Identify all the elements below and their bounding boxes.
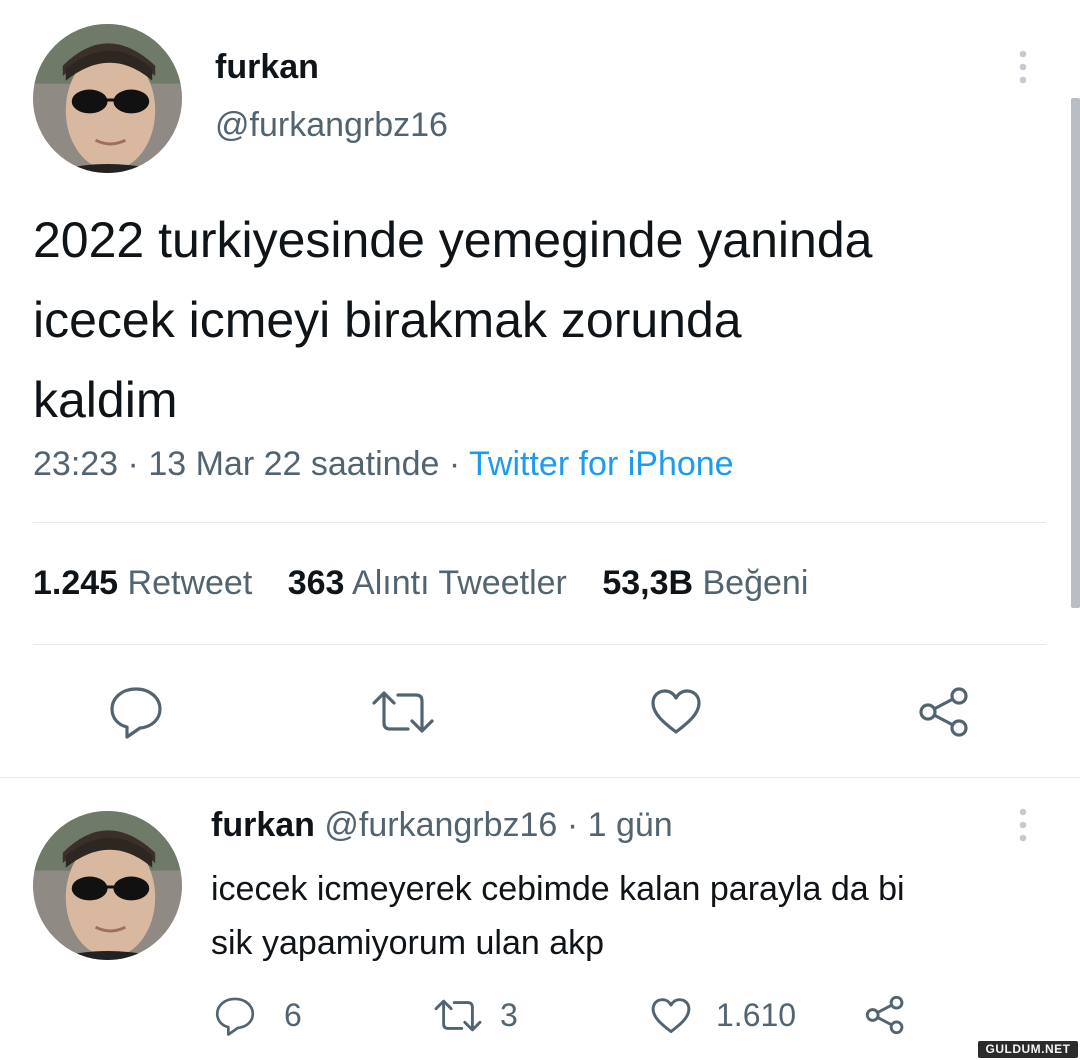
watermark: GULDUM.NET [978,1041,1078,1058]
author-name[interactable]: furkan [215,48,319,87]
reply-avatar[interactable] [33,811,182,960]
share-icon[interactable] [864,995,906,1035]
quotes-count: 363 [287,564,345,602]
quotes-stat[interactable]: 363 Alıntı Tweetler [288,564,577,602]
tweet-text-line: icecek icmeyi birakmak zorunda [33,292,742,348]
tweet-date[interactable]: 13 Mar 22 saatinde [148,445,439,483]
tweet-stats: 1.245 Retweet 363 Alıntı Tweetler 53,3B … [33,564,808,603]
like-icon[interactable] [649,688,703,736]
retweet-icon[interactable] [370,689,436,735]
reply-text-line: sik yapamiyorum ulan akp [211,924,605,962]
separator: · [127,445,139,483]
reply-text: icecek icmeyerek cebimde kalan parayla d… [211,862,905,970]
more-icon[interactable] [1016,808,1030,842]
likes-count: 53,3B [602,564,694,602]
scrollbar[interactable] [1071,98,1080,608]
like-count: 1.610 [716,997,797,1033]
likes-stat[interactable]: 53,3B Beğeni [602,564,808,602]
retweet-icon[interactable] [433,998,483,1033]
tweet-text-line: kaldim [33,372,178,428]
author-avatar[interactable] [33,24,182,173]
more-icon[interactable] [1016,50,1030,84]
retweets-stat[interactable]: 1.245 Retweet [33,564,262,602]
tweet-time[interactable]: 23:23 [33,445,118,483]
tweet-meta: 23:23 · 13 Mar 22 saatinde · Twitter for… [33,445,734,484]
separator: · [448,445,461,483]
quotes-label: Alıntı Tweetler [352,564,567,602]
reply-count: 6 [284,997,302,1033]
tweet-text: 2022 turkiyesinde yemeginde yaninda icec… [33,200,872,440]
reply-author-handle[interactable]: @furkangrbz16 [324,806,557,844]
retweets-count: 1.245 [33,564,119,602]
separator: · [566,806,579,844]
reply-icon[interactable] [108,685,164,739]
like-icon[interactable] [650,997,692,1035]
share-icon[interactable] [917,686,971,738]
tweet-text-line: 2022 turkiyesinde yemeginde yaninda [33,212,873,268]
reply-author-name[interactable]: furkan [211,806,315,844]
reply-time-ago[interactable]: 1 gün [588,806,673,844]
tweet-source[interactable]: Twitter for iPhone [469,445,734,483]
divider [33,522,1046,523]
watermark-text: GULDUM.NET [985,1042,1071,1056]
reply-text-line: icecek icmeyerek cebimde kalan parayla d… [211,870,905,908]
retweets-label: Retweet [127,564,253,602]
reply-icon[interactable] [214,996,256,1036]
reply-header: furkan @furkangrbz16 · 1 gün [211,806,673,845]
likes-label: Beğeni [702,564,809,602]
divider [33,644,1046,645]
author-handle[interactable]: @furkangrbz16 [215,106,448,145]
divider [0,777,1080,778]
retweet-count: 3 [500,997,518,1033]
